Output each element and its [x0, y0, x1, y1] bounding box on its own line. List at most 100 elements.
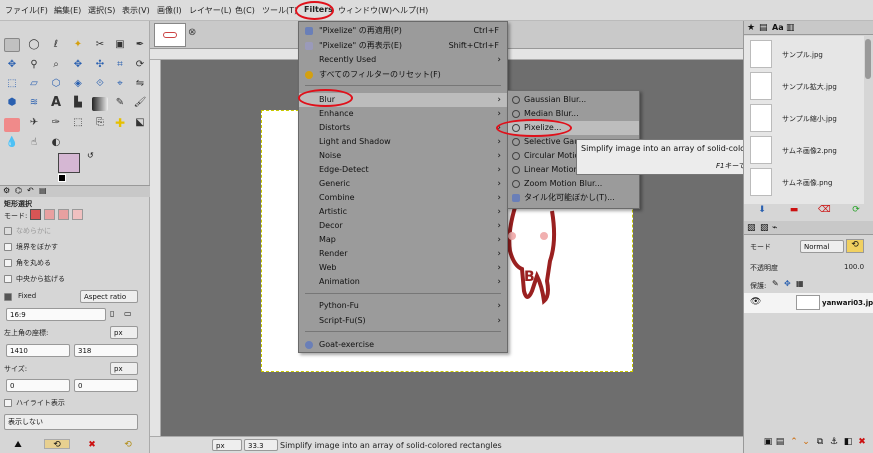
lock-pixels-icon[interactable]: ✎ [772, 279, 779, 288]
menu-web[interactable]: Web › [299, 261, 507, 275]
rotate-tool-icon[interactable]: ⟳ [132, 59, 148, 70]
perspective-tool-icon[interactable]: ⬡ [48, 78, 64, 89]
document-item[interactable]: サンプル拡大.jpg [750, 72, 862, 102]
mode-replace-button[interactable] [30, 209, 41, 220]
menu-image[interactable]: 画像(I) [157, 5, 182, 16]
patterns-tab-icon[interactable]: ▤ [759, 23, 768, 33]
portrait-icon[interactable]: ▯ [110, 309, 114, 318]
ellipse-select-tool-icon[interactable]: ◯ [26, 39, 42, 50]
blur-sharpen-tool-icon[interactable]: 💧 [4, 137, 20, 148]
eraser-tool-icon[interactable] [4, 118, 20, 132]
menu-colors[interactable]: 色(C) [235, 5, 255, 16]
menu-python-fu[interactable]: Python-Fu › [299, 299, 507, 313]
menu-light-and-shadow[interactable]: Light and Shadow › [299, 135, 507, 149]
raise-layer-icon[interactable]: ⌃ [788, 437, 800, 447]
menu-view[interactable]: 表示(V) [122, 5, 150, 16]
scissors-tool-icon[interactable]: ✂ [92, 39, 108, 50]
ink-tool-icon[interactable]: ✑ [48, 117, 64, 128]
lock-position-icon[interactable]: ✥ [784, 279, 791, 288]
fixed-mode-select[interactable]: Aspect ratio [80, 290, 138, 303]
menu-decor[interactable]: Decor › [299, 219, 507, 233]
image-tab-thumbnail[interactable] [154, 23, 186, 47]
statusbar-unit-select[interactable]: px [212, 439, 242, 451]
rect-select-tool-icon[interactable] [4, 38, 20, 52]
new-layer-icon[interactable]: ▣ [762, 437, 774, 447]
landscape-icon[interactable]: ▭ [124, 309, 132, 318]
delete-layer-icon[interactable]: ✖ [856, 437, 868, 447]
flip-tool-icon[interactable]: ⇋ [132, 78, 148, 89]
position-y-input[interactable]: 318 [74, 344, 138, 357]
align-tool-icon[interactable]: ✥ [4, 59, 20, 70]
menu-edit[interactable]: 編集(E) [54, 5, 81, 16]
menu-file[interactable]: ファイル(F) [5, 5, 48, 16]
mask-layer-icon[interactable]: ◧ [842, 437, 854, 447]
menu-combine[interactable]: Combine › [299, 191, 507, 205]
menu-windows[interactable]: ウィンドウ(W) [338, 5, 392, 16]
shear-tool-icon[interactable]: ▱ [26, 78, 42, 89]
save-options-icon[interactable]: ⛰ [12, 440, 24, 450]
paths-tab-icon[interactable]: ⌁ [772, 223, 777, 233]
layer-mode-select[interactable]: Normal [800, 240, 844, 253]
lock-alpha-icon[interactable]: ▦ [796, 279, 804, 288]
default-colors-icon[interactable] [58, 174, 66, 182]
menu-distorts[interactable]: Distorts › [299, 121, 507, 135]
brushes-tab-icon[interactable]: ★ [747, 23, 755, 33]
menu-noise[interactable]: Noise › [299, 149, 507, 163]
expand-center-checkbox[interactable] [4, 275, 12, 283]
pencil-tool-icon[interactable]: ✎ [112, 97, 128, 108]
new-group-icon[interactable]: ▤ [774, 437, 786, 447]
smudge-tool-icon[interactable]: ☝ [26, 137, 42, 148]
document-item[interactable]: サンプル縮小.jpg [750, 104, 862, 134]
move-tool-icon[interactable]: ✣ [92, 59, 108, 70]
mypaint-brush-tool-icon[interactable]: ⬚ [70, 117, 86, 128]
menu-select[interactable]: 選択(S) [88, 5, 115, 16]
document-item[interactable]: サンプル.jpg [750, 40, 862, 70]
highlight-checkbox[interactable] [4, 399, 12, 407]
airbrush-tool-icon[interactable]: ✈ [26, 117, 42, 128]
device-status-tab-icon[interactable]: ⌬ [15, 186, 22, 195]
document-item[interactable]: サムネ画像.png [750, 168, 862, 198]
submenu-zoom-motion-blur[interactable]: Zoom Motion Blur... [508, 177, 639, 191]
zoom-tool-icon[interactable]: ⌕ [48, 59, 64, 70]
anchor-layer-icon[interactable]: ⚓ [828, 437, 840, 447]
undo-history-tab-icon[interactable]: ↶ [27, 186, 34, 195]
paintbrush-tool-icon[interactable]: 🖌 [132, 97, 148, 108]
layer-row[interactable]: 👁 yanwari03.jpg [744, 293, 873, 313]
menu-recently-used[interactable]: Recently Used › [299, 53, 507, 67]
remove-document-icon[interactable]: ▬ [788, 205, 800, 215]
foreground-select-tool-icon[interactable]: ▣ [112, 39, 128, 50]
position-unit-select[interactable]: px [110, 326, 138, 339]
layer-opacity-value[interactable]: 100.0 [844, 263, 864, 271]
lower-layer-icon[interactable]: ⌄ [800, 437, 812, 447]
images-tab-icon[interactable]: ▤ [39, 186, 47, 195]
menu-help[interactable]: ヘルプ(H) [392, 5, 428, 16]
guides-select[interactable]: 表示しない [4, 414, 138, 430]
scale-tool-icon[interactable]: ⬚ [4, 78, 20, 89]
channels-tab-icon[interactable]: ▨ [760, 223, 769, 233]
cage-transform-tool-icon[interactable]: ⬢ [4, 97, 20, 108]
aspect-ratio-input[interactable]: 16:9 [6, 308, 106, 321]
heal-tool-icon[interactable]: ✚ [112, 116, 128, 130]
position-x-input[interactable]: 1410 [6, 344, 70, 357]
eye-icon[interactable]: 👁 [750, 297, 761, 307]
document-item[interactable]: サムネ画像2.png [750, 136, 862, 166]
menu-render[interactable]: Render › [299, 247, 507, 261]
menu-map[interactable]: Map › [299, 233, 507, 247]
menu-reset-all-filters[interactable]: すべてのフィルターのリセット(F) [299, 68, 507, 82]
zoom-select[interactable]: 33.3 [244, 439, 278, 451]
layer-mode-reset-icon[interactable]: ⟲ [846, 239, 864, 253]
reset-options-icon[interactable]: ⟲ [122, 440, 134, 450]
crop-tool-icon[interactable]: ⌗ [112, 59, 128, 70]
bucket-fill-tool-icon[interactable]: ▙ [70, 97, 86, 108]
warp-transform-tool-icon[interactable]: ≋ [26, 97, 42, 108]
free-select-tool-icon[interactable]: ℓ [48, 39, 64, 50]
clear-documents-icon[interactable]: ⌫ [818, 205, 831, 215]
handle-transform-tool-icon[interactable]: ⌖ [112, 78, 128, 89]
dodge-burn-tool-icon[interactable]: ◐ [48, 137, 64, 148]
refresh-documents-icon[interactable]: ⟳ [850, 205, 862, 215]
unified-transform-tool-icon[interactable]: ⟐ [92, 78, 108, 89]
menu-enhance[interactable]: Enhance › [299, 107, 507, 121]
mode-intersect-button[interactable] [72, 209, 83, 220]
rounded-corners-checkbox[interactable] [4, 259, 12, 267]
text-tool-icon[interactable]: A [48, 95, 64, 110]
